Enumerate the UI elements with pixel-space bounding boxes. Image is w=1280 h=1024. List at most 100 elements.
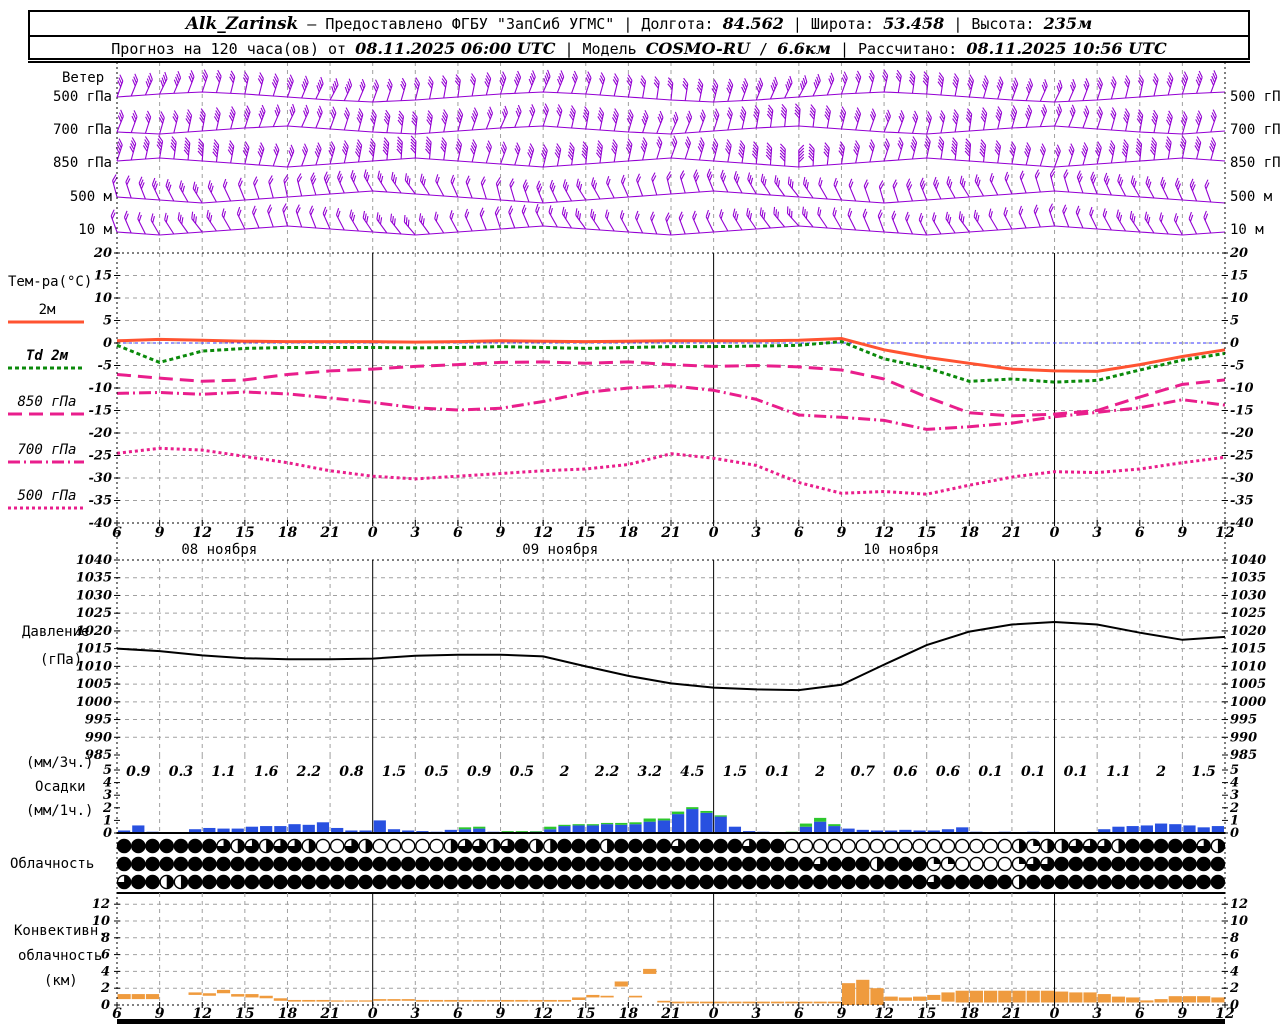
- precip-bar-rain: [132, 825, 145, 833]
- cloud-cover-circle: [1125, 838, 1140, 854]
- hour-label: 21: [660, 525, 680, 541]
- wind-barb-feather: [945, 211, 948, 219]
- cloud-cover-circle: [855, 838, 871, 854]
- cloud-cover-circle: [344, 856, 359, 872]
- wind-barb-feather: [420, 215, 423, 223]
- wind-barb-feather: [834, 180, 839, 188]
- cloud-cover-circle: [613, 838, 629, 854]
- precip-bar-rain: [572, 825, 585, 833]
- precip-3h-value: 0.8: [339, 764, 364, 780]
- cloud-cover-circle: [699, 874, 714, 890]
- wind-barb-feather: [137, 211, 141, 219]
- wind-barb-feather: [194, 216, 197, 224]
- wind-barb-feather: [181, 217, 184, 225]
- wind-barb-feather: [791, 181, 794, 189]
- precip-1h-label: (мм/1ч.): [26, 803, 94, 819]
- cloud-cover-circle: [1153, 874, 1169, 890]
- cloud-cover-circle: [969, 874, 984, 890]
- cloud-cover-circle: [344, 874, 359, 890]
- wind-barb-feather: [380, 175, 384, 183]
- wind-barb-feather: [165, 179, 169, 187]
- wind-barb-feather: [1117, 212, 1121, 220]
- cloud-cover-circle: [784, 856, 800, 872]
- wind-barb-feather: [153, 180, 157, 188]
- wind-barb-feather: [161, 77, 165, 85]
- precip-bar-snow: [572, 824, 585, 826]
- precip-bar-rain: [643, 821, 656, 833]
- precip-bar-rain: [260, 826, 273, 833]
- temp-ytick-right: -15: [1230, 404, 1254, 419]
- cloud-cover-circle: [372, 856, 388, 872]
- conv-ytick-right: 6: [1230, 948, 1239, 963]
- cloud-cover-circle: [642, 856, 657, 872]
- wind-barb-feather: [552, 185, 556, 193]
- cloud-cover-circle: [173, 856, 189, 872]
- precip-3h-value: 0.9: [467, 764, 492, 780]
- precip-3h-label: (мм/3ч.): [26, 755, 94, 771]
- cloud-cover-circle: [415, 856, 430, 872]
- pressure-ytick-left: 1005: [76, 677, 112, 692]
- wind-barb-feather: [789, 75, 793, 83]
- wind-barb-feather: [1147, 216, 1151, 224]
- cloud-cover-circle: [798, 856, 814, 872]
- cloud-cover-circle: [202, 874, 217, 890]
- wind-barb-feather: [805, 211, 808, 219]
- convective-cloud-bar: [216, 989, 231, 994]
- temp-ytick-right: -20: [1230, 426, 1254, 441]
- wind-barb-feather: [1019, 208, 1024, 216]
- hour-label: 0: [709, 525, 719, 541]
- convective-cloud-bar: [472, 999, 486, 1002]
- wind-barb-feather: [435, 214, 439, 222]
- cloud-cover-circle: [1054, 874, 1069, 890]
- precip-3h-value: 1.5: [1192, 764, 1216, 780]
- wind-barb-feather: [734, 211, 737, 219]
- temp-ytick-left: -15: [89, 404, 113, 419]
- cloud-cover-circle: [1182, 874, 1197, 890]
- cloud-cover-circle: [1139, 874, 1155, 890]
- temp-ytick-left: 20: [93, 246, 112, 261]
- cloud-cover-circle: [812, 838, 828, 854]
- convective-cloud-bar: [543, 999, 557, 1002]
- hour-label: 18: [278, 525, 298, 541]
- cloud-cover-circle: [557, 838, 572, 854]
- wind-barb-feather: [316, 85, 320, 93]
- wind-barb-feather: [732, 208, 736, 216]
- cloud-cover-circle: [429, 874, 444, 890]
- wind-barb-feather: [195, 186, 199, 194]
- cloud-cover-circle: [315, 874, 331, 890]
- temp-ytick-right: -35: [1230, 494, 1254, 509]
- wind-barb-feather: [578, 213, 582, 221]
- convective-cloud-bar: [259, 995, 273, 999]
- cloud-cover-circle: [869, 874, 885, 890]
- wind-barb-feather: [1146, 214, 1149, 222]
- cloud-cover-circle: [642, 838, 657, 854]
- cloud-cover-circle: [770, 856, 785, 872]
- wind-barb-feather: [604, 209, 608, 217]
- cloud-cover-circle: [159, 838, 175, 854]
- wind-barb-feather: [933, 176, 937, 184]
- cloud-cover-circle: [1139, 838, 1155, 854]
- wind-barb-feather: [705, 209, 709, 217]
- precip-bar-snow: [558, 824, 571, 827]
- cloud-cover-circle: [798, 874, 814, 890]
- wind-barb-feather: [332, 83, 336, 91]
- conv-ytick-right: 10: [1230, 914, 1248, 929]
- cloud-cover-circle: [642, 874, 657, 890]
- wind-barb-feather: [164, 212, 167, 220]
- convective-cloud-bar: [358, 1000, 373, 1002]
- cloud-cover-circle: [656, 874, 672, 890]
- cloud-cover-circle: [841, 838, 856, 854]
- wind-barb-feather: [405, 217, 408, 225]
- cloud-cover-circle: [557, 856, 572, 872]
- wind-barb-feather: [592, 179, 596, 187]
- wind-barb-feather: [166, 181, 171, 189]
- pressure-ytick-right: 995: [1230, 713, 1257, 728]
- cloud-cover-circle: [713, 856, 729, 872]
- wind-barb-feather: [160, 80, 164, 88]
- convective-cloud-bar: [955, 990, 969, 1003]
- cloud-cover-circle: [699, 838, 714, 854]
- cloud-cover-circle: [202, 838, 217, 854]
- conv-ytick-right: 4: [1230, 964, 1239, 979]
- wind-barb-feather: [550, 182, 555, 190]
- cloud-cover-circle: [358, 874, 373, 890]
